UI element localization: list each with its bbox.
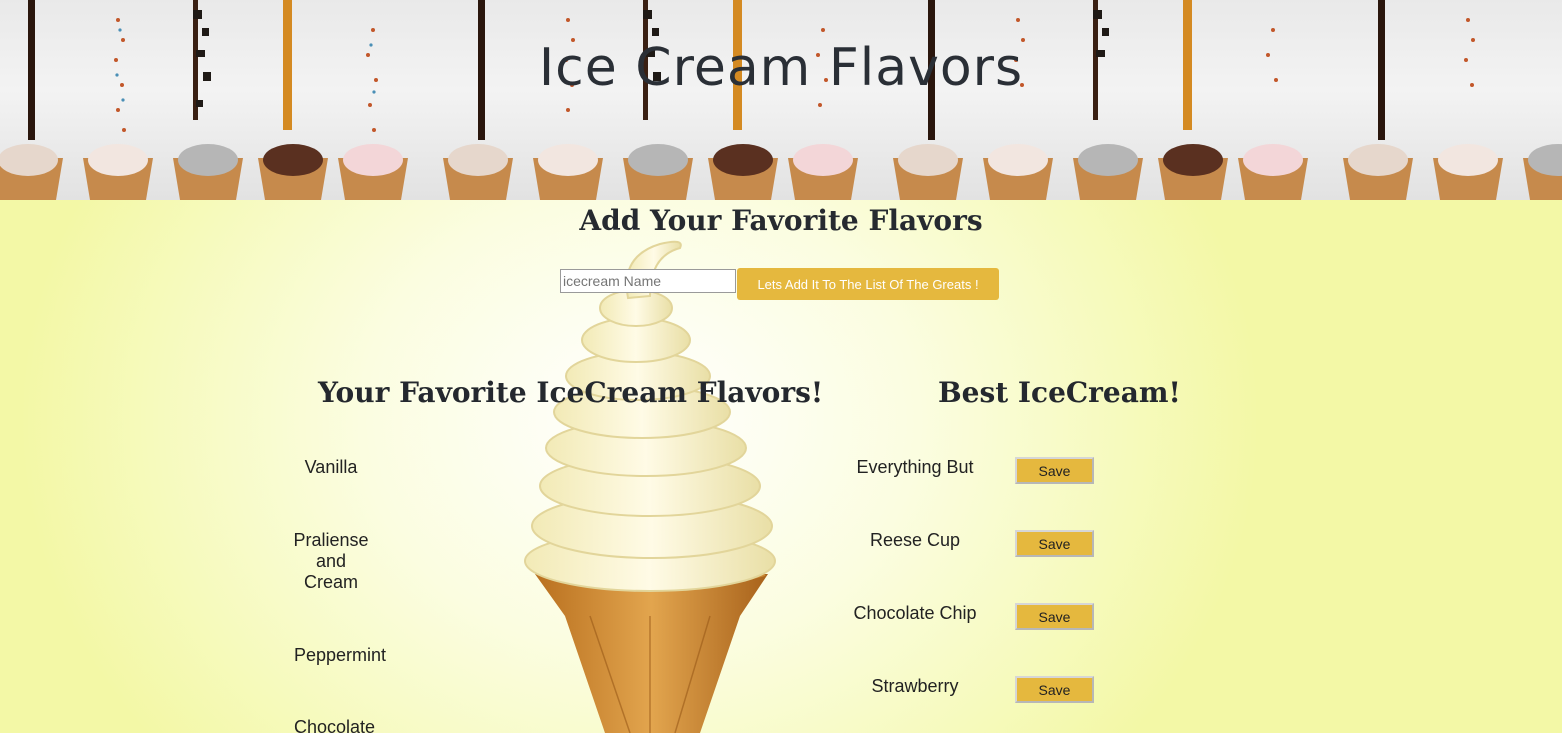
- header-banner: Ice Cream Flavors: [0, 0, 1562, 200]
- save-button[interactable]: Save: [1015, 530, 1094, 557]
- ice-cream-banner-image: [0, 0, 408, 200]
- add-flavors-heading: Add Your Favorite Flavors: [579, 204, 983, 237]
- best-flavor-label: Chocolate Chip: [853, 603, 977, 623]
- favorite-flavor-item: Vanilla: [304, 457, 358, 477]
- best-flavor-label: Strawberry: [871, 676, 959, 696]
- ice-cream-banner-image: [893, 0, 1308, 200]
- save-button[interactable]: Save: [1015, 676, 1094, 703]
- save-button[interactable]: Save: [1015, 603, 1094, 630]
- best-icecream-heading: Best IceCream!: [938, 376, 1181, 409]
- soft-serve-cone-image: [524, 240, 776, 733]
- ice-cream-banner-image: [1343, 0, 1562, 200]
- icecream-name-input[interactable]: [560, 269, 736, 293]
- page-title: Ice Cream Flavors: [538, 38, 1024, 98]
- best-flavor-label: Reese Cup: [869, 530, 961, 550]
- best-flavor-label: Everything But: [856, 457, 974, 477]
- favorites-heading: Your Favorite IceCream Flavors!: [318, 376, 824, 409]
- favorite-flavor-item: Praliense and Cream: [293, 530, 369, 592]
- favorite-flavor-item: Peppermint: [294, 645, 387, 665]
- save-button[interactable]: Save: [1015, 457, 1094, 484]
- favorite-flavor-item: Chocolate: [294, 717, 376, 733]
- ice-cream-banner-image: [443, 0, 858, 200]
- add-to-list-button[interactable]: Lets Add It To The List Of The Greats !: [737, 268, 999, 300]
